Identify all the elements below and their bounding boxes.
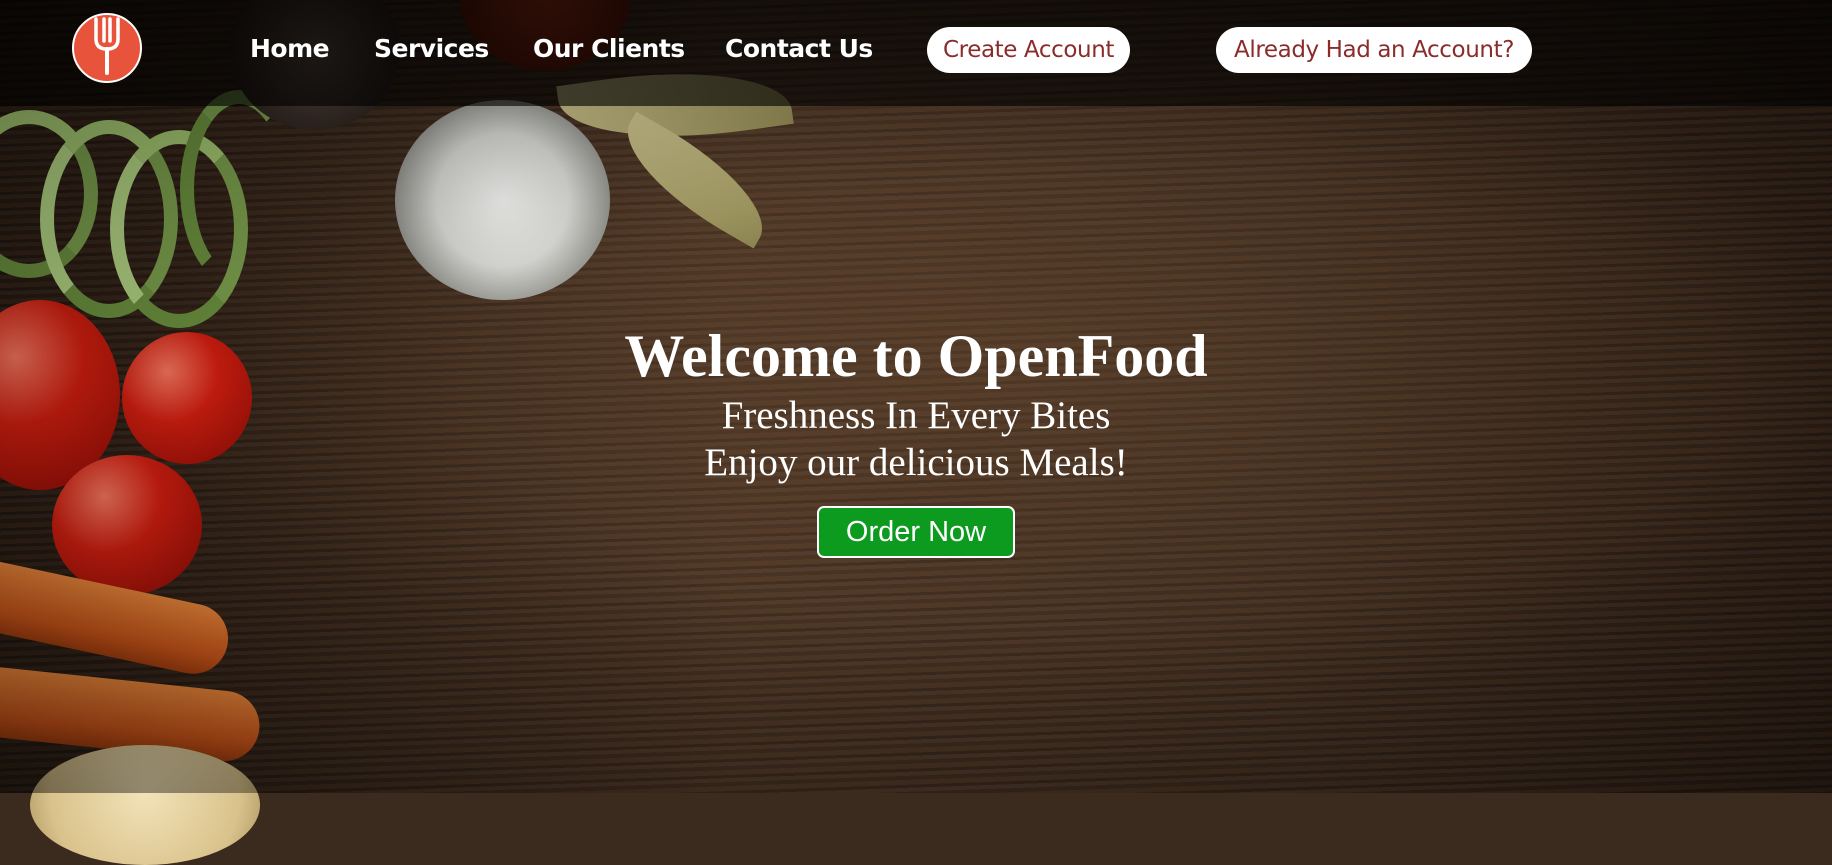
nav-link-services[interactable]: Services xyxy=(374,34,489,63)
login-button[interactable]: Already Had an Account? xyxy=(1216,27,1532,73)
logo[interactable] xyxy=(72,13,142,83)
fork-icon xyxy=(90,17,124,79)
hero-section: Welcome to OpenFood Freshness In Every B… xyxy=(0,320,1832,558)
hero-subtitle-enjoy: Enjoy our delicious Meals! xyxy=(704,441,1128,484)
top-navbar: Home Services Our Clients Contact Us Cre… xyxy=(0,0,1832,106)
nav-link-home[interactable]: Home xyxy=(250,34,330,63)
hero-title: Welcome to OpenFood xyxy=(624,323,1208,389)
create-account-button[interactable]: Create Account xyxy=(927,27,1130,73)
hero-subtitle-freshness: Freshness In Every Bites xyxy=(721,394,1111,437)
order-now-button[interactable]: Order Now xyxy=(817,506,1015,558)
nav-link-our-clients[interactable]: Our Clients xyxy=(533,34,685,63)
nav-link-contact-us[interactable]: Contact Us xyxy=(725,34,873,63)
